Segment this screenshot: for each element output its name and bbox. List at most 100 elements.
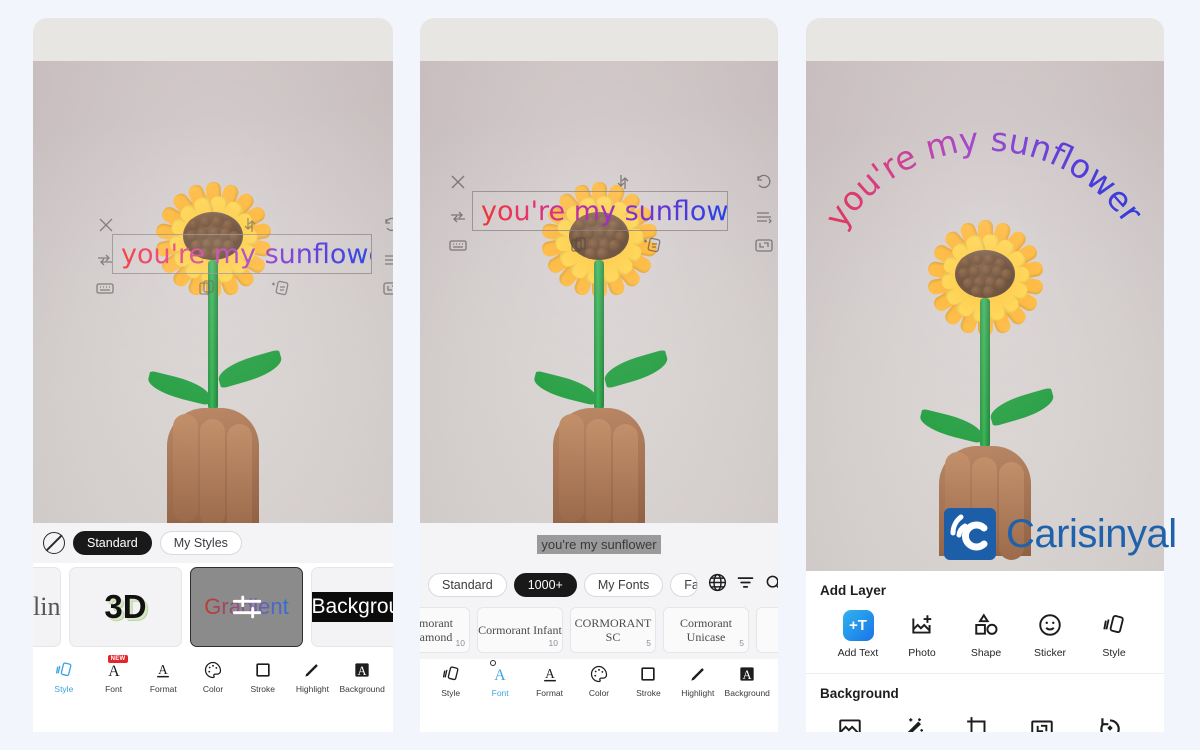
style-button-3[interactable]: Style xyxy=(1082,610,1146,659)
style-card-background[interactable]: Background xyxy=(311,567,393,647)
sunflower-leaf-left xyxy=(531,370,599,406)
add-photo-icon xyxy=(909,610,935,640)
status-bar-1 xyxy=(33,18,393,61)
tab-font-1[interactable]: NEW A Font xyxy=(89,655,139,694)
editor-sheet-1: Standard My Styles Outline 3D Gradient xyxy=(33,523,393,700)
photo-button[interactable]: Photo xyxy=(890,610,954,659)
filter-icon[interactable] xyxy=(735,572,756,598)
editor-sheet-2: you're my sunflower Standard 1000+ My Fo… xyxy=(420,523,778,704)
resize-button[interactable]: Resize xyxy=(1010,713,1074,732)
move-vertical-handle-2[interactable] xyxy=(612,171,634,193)
keyboard-handle-2[interactable] xyxy=(447,234,469,256)
sticker-button[interactable]: Sticker xyxy=(1018,610,1082,659)
font-card-2-count: 5 xyxy=(646,638,651,648)
tab-format-1[interactable]: A Format xyxy=(138,659,188,694)
resize-icon xyxy=(1029,713,1055,732)
photo-canvas-1[interactable]: 14. 7. 2024 you're my sunflower xyxy=(33,61,393,523)
font-carousel-2[interactable]: Cormorant Garamond 10 Cormorant Infant 1… xyxy=(420,605,778,659)
flip-rotate-button[interactable]: Flip/Rotate xyxy=(1074,713,1146,732)
style-card-3d[interactable]: 3D xyxy=(69,567,182,647)
selected-text-bar-2[interactable]: you're my sunflower xyxy=(420,523,778,565)
tab-format-label-1: Format xyxy=(149,684,177,694)
style-card-carousel-1[interactable]: Outline 3D Gradient Backg xyxy=(33,563,393,655)
crop-button[interactable]: Crop xyxy=(946,713,1010,732)
text-layer-box-2[interactable]: you're my sunflower xyxy=(472,191,756,231)
square-button[interactable]: Square xyxy=(1146,713,1164,732)
effects-handle-1[interactable] xyxy=(269,277,291,299)
tab-format-2[interactable]: A Format xyxy=(525,663,574,698)
chip-favorites-2[interactable]: Favorites xyxy=(670,573,699,597)
tab-highlight-label-1: Highlight xyxy=(295,684,329,694)
resize-handle-1[interactable] xyxy=(381,277,393,299)
tab-color-2[interactable]: Color xyxy=(574,663,623,698)
sunflower-stem xyxy=(980,298,990,448)
font-card-2[interactable]: CORMORANT SC 5 xyxy=(570,607,656,653)
crop-icon xyxy=(965,713,991,732)
chip-standard-2[interactable]: Standard xyxy=(428,573,507,597)
tab-style-1[interactable]: Style xyxy=(39,659,89,694)
image-icon xyxy=(837,713,863,732)
tab-stroke-label-1: Stroke xyxy=(250,684,276,694)
sunflower-stud xyxy=(609,240,620,251)
status-bar-3 xyxy=(806,18,1164,61)
font-card-3[interactable]: Cormorant Unicase 5 xyxy=(663,607,749,653)
close-handle-1[interactable] xyxy=(95,214,117,236)
shape-label: Shape xyxy=(970,647,1002,659)
tab-font-label-1: Font xyxy=(105,684,123,694)
text-layer-box-1[interactable]: you're my sunflower xyxy=(112,234,393,274)
photo-label: Photo xyxy=(908,647,936,659)
replace-button[interactable]: Replace xyxy=(818,713,882,732)
resize-handle-2[interactable] xyxy=(753,234,775,256)
language-globe-icon[interactable] xyxy=(707,572,728,598)
style-chip-row-1: Standard My Styles xyxy=(33,523,393,563)
shape-button[interactable]: Shape xyxy=(954,610,1018,659)
font-card-1[interactable]: Cormorant Infant 10 xyxy=(477,607,563,653)
tab-font-2[interactable]: A Font xyxy=(475,660,524,698)
style-card-outline[interactable]: Outline xyxy=(33,567,61,647)
font-chip-row-2: Standard 1000+ My Fonts Favorites xyxy=(420,565,778,605)
rotate-handle-1[interactable] xyxy=(380,214,393,236)
sunflower-stud xyxy=(971,286,982,297)
add-text-button[interactable]: +T Add Text xyxy=(826,609,890,659)
sunflower-leaf-left xyxy=(145,370,213,406)
tab-stroke-1[interactable]: Stroke xyxy=(238,659,288,694)
layers-handle-2[interactable] xyxy=(753,206,775,228)
no-style-icon[interactable] xyxy=(43,532,65,554)
letter-a-filled-icon: A xyxy=(737,663,757,685)
chip-standard-1[interactable]: Standard xyxy=(73,531,152,555)
style-card-background-label: Background xyxy=(312,592,393,622)
tab-stroke-2[interactable]: Stroke xyxy=(624,663,673,698)
search-icon[interactable] xyxy=(763,572,778,598)
tab-style-2[interactable]: Style xyxy=(426,663,475,698)
photo-canvas-3[interactable]: 14. 7. 2024 you're my sunflower xyxy=(806,61,1164,571)
photo-canvas-2[interactable]: 14. 7. 2024 xyxy=(420,61,778,523)
chip-my-styles-1[interactable]: My Styles xyxy=(159,531,242,555)
tab-background-1[interactable]: A Background xyxy=(337,659,387,694)
rotate-handle-2[interactable] xyxy=(752,171,774,193)
duplicate-handle-1[interactable] xyxy=(196,277,218,299)
style-toolbar-1: Standard My Styles xyxy=(33,523,393,563)
tab-highlight-label-2: Highlight xyxy=(681,688,715,698)
tab-background-2[interactable]: A Background xyxy=(723,663,772,698)
effects-handle-2[interactable] xyxy=(641,234,663,256)
style-card-gradient[interactable]: Gradient xyxy=(190,567,303,647)
move-vertical-handle-1[interactable] xyxy=(239,214,261,236)
font-card-4[interactable]: C xyxy=(756,607,778,653)
svg-text:you're my sunflower: you're my sunflower xyxy=(817,119,1151,235)
keyboard-handle-1[interactable] xyxy=(94,277,116,299)
curved-text-layer-3[interactable]: you're my sunflower xyxy=(806,61,1164,271)
close-handle-2b[interactable] xyxy=(447,171,469,193)
effects-button[interactable]: Effects xyxy=(882,713,946,732)
tab-color-1[interactable]: Color xyxy=(188,659,238,694)
square-outline-icon xyxy=(638,663,658,685)
font-card-1-name: Cormorant Infant xyxy=(478,623,562,637)
chip-my-fonts-2[interactable]: My Fonts xyxy=(583,573,664,597)
tab-highlight-1[interactable]: Highlight xyxy=(288,659,338,694)
chip-1000plus-2[interactable]: 1000+ xyxy=(513,573,577,597)
font-card-0[interactable]: Cormorant Garamond 10 xyxy=(420,607,470,653)
background-row: Replace Effects Crop Resize Flip/Rotate xyxy=(806,703,1164,732)
duplicate-handle-2[interactable] xyxy=(568,234,590,256)
sunflower-leaf-right xyxy=(601,349,671,389)
tab-highlight-2[interactable]: Highlight xyxy=(673,663,722,698)
move-horizontal-handle-2[interactable] xyxy=(447,206,469,228)
